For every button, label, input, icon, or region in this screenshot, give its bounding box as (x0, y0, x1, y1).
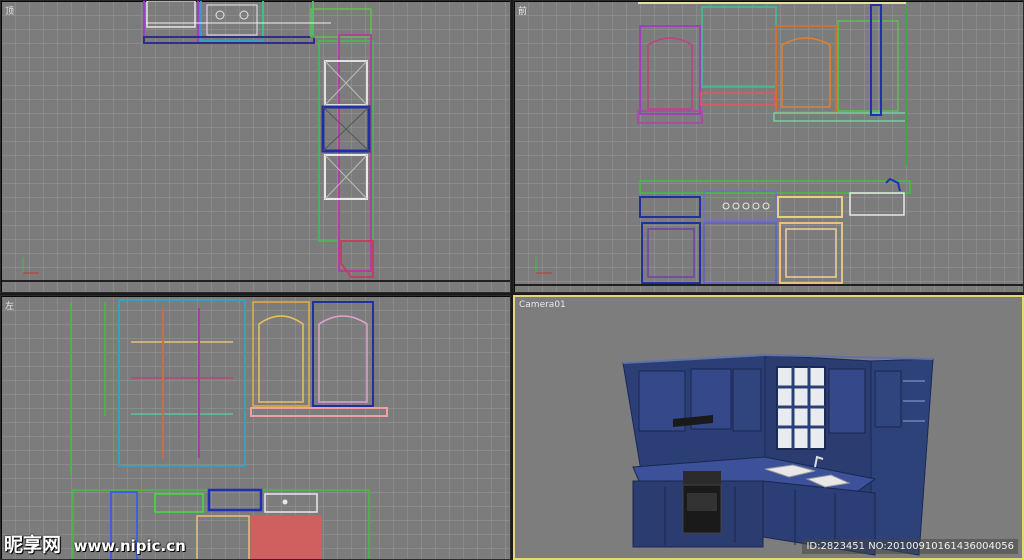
axis-tripod-icon (22, 257, 39, 274)
viewport-label-camera[interactable]: Camera01 (519, 300, 566, 310)
left-view-wireframe (70, 299, 388, 559)
top-view-wireframe (1, 1, 510, 282)
front-view-wireframe (514, 2, 1023, 286)
viewport-label-front[interactable]: 前 (518, 4, 527, 17)
top-viewport[interactable]: 顶 (0, 0, 511, 293)
viewport-label-left[interactable]: 左 (5, 299, 14, 312)
left-viewport[interactable]: 左 (0, 295, 511, 560)
camera-viewport[interactable]: Camera01 ID:2823451 NO:20100910161436004… (513, 295, 1024, 560)
axis-tripod-icon (535, 257, 552, 274)
watermark-brand: 昵享网 (4, 534, 62, 556)
viewport-label-top[interactable]: 顶 (5, 4, 14, 17)
front-viewport[interactable]: 前 (513, 0, 1024, 293)
kitchen-3d-render (622, 354, 934, 556)
image-id-stamp: ID:2823451 NO:20100910161436004056 (802, 539, 1018, 554)
watermark-url: www.nipic.cn (73, 537, 186, 555)
watermark: 昵享网 www.nipic.cn (4, 530, 186, 557)
